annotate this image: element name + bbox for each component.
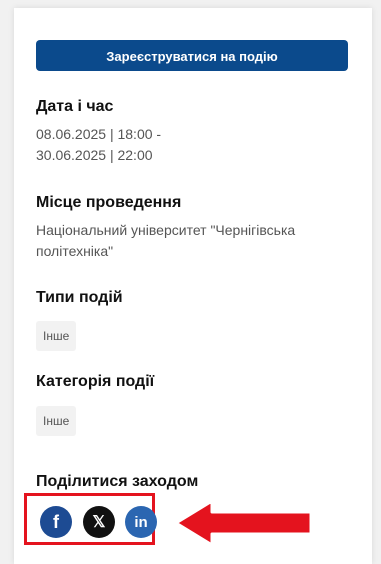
venue-line-1: Національний університет "Чернігівська	[36, 222, 296, 238]
linkedin-icon[interactable]: in	[125, 506, 157, 538]
register-button[interactable]: Зареєструватися на подію	[36, 40, 348, 71]
share-section-title: Поділитися заходом	[36, 473, 199, 490]
x-icon[interactable]: 𝕏	[83, 506, 115, 538]
linkedin-glyph: in	[134, 513, 148, 531]
facebook-glyph: f	[53, 511, 59, 532]
red-annotation-arrow	[176, 501, 313, 545]
event-category-tag[interactable]: Інше	[36, 406, 77, 436]
x-glyph: 𝕏	[92, 514, 106, 531]
date-range-end: 30.06.2025 | 22:00	[36, 147, 153, 163]
date-range-start: 08.06.2025 | 18:00 -	[36, 126, 162, 142]
date-section-title: Дата і час	[36, 98, 114, 115]
venue-line-2: політехніка"	[36, 243, 114, 259]
venue-section-title: Місце проведення	[36, 194, 182, 211]
event-type-tag[interactable]: Інше	[36, 321, 77, 351]
event-types-title: Типи подій	[36, 289, 123, 306]
facebook-icon[interactable]: f	[40, 506, 72, 538]
event-category-title: Категорія події	[36, 373, 155, 390]
